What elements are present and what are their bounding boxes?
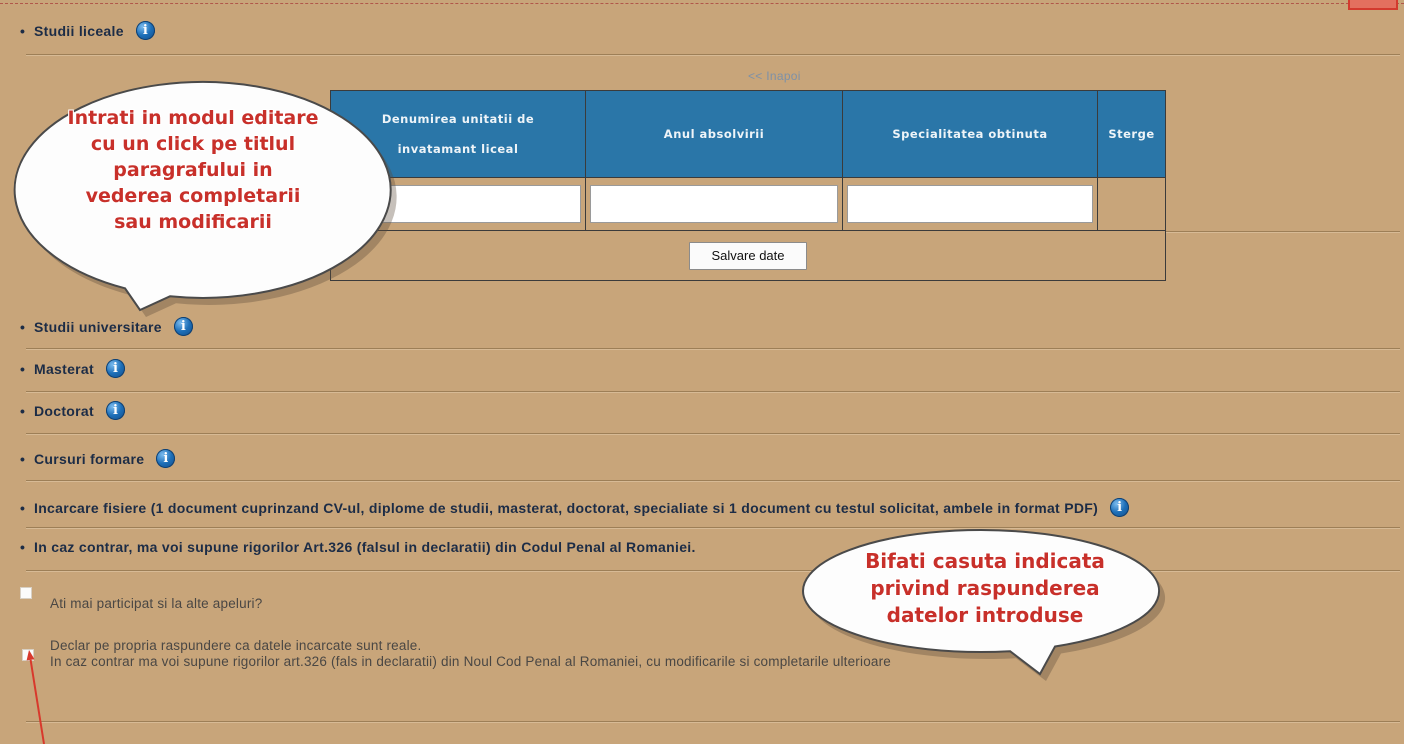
info-icon[interactable]	[105, 401, 125, 420]
section-heading-declaratie[interactable]: In caz contrar, ma voi supune rigorilor …	[20, 537, 696, 557]
cell-specialitatea	[842, 177, 1098, 231]
section-heading-incarcare-fisiere[interactable]: Incarcare fisiere (1 document cuprinzand…	[20, 498, 1130, 518]
callout-line: privind raspunderea	[870, 576, 1100, 600]
callout-text-checkbox: Bifati casuta indicata privind raspunder…	[805, 548, 1165, 629]
callout-line: Bifati casuta indicata	[865, 549, 1105, 573]
bullet	[20, 449, 34, 469]
section-title[interactable]: Cursuri formare	[34, 451, 144, 467]
bullet	[20, 401, 34, 421]
bullet	[20, 537, 34, 557]
section-heading-cursuri-formare[interactable]: Cursuri formare	[20, 449, 176, 469]
checkbox-label: Ati mai participat si la alte apeluri?	[50, 596, 263, 611]
table-row	[330, 177, 1166, 231]
delete-cell	[1097, 177, 1166, 231]
callout-text-edit: Intrati in modul editare cu un click pe …	[5, 105, 381, 235]
section-title[interactable]: Doctorat	[34, 403, 94, 419]
checkbox-label: Declar pe propria raspundere ca datele i…	[50, 638, 422, 653]
table-header-row: Denumirea unitatii de invatamant liceal …	[330, 90, 1166, 178]
header-sterge: Sterge	[1097, 90, 1166, 178]
callout-line: paragrafului in	[113, 159, 273, 181]
section-rule	[26, 721, 1400, 723]
top-cut-border	[0, 3, 1404, 4]
header-specialitatea: Specialitatea obtinuta	[842, 90, 1098, 178]
checkbox-label: In caz contrar ma voi supune rigorilor a…	[50, 654, 892, 669]
table-actions-row: Salvare date	[330, 230, 1166, 281]
section-rule	[26, 480, 1400, 482]
section-rule	[26, 391, 1400, 393]
section-title[interactable]: In caz contrar, ma voi supune rigorilor …	[34, 539, 696, 555]
specialitatea-input[interactable]	[847, 185, 1093, 223]
section-rule	[26, 54, 1400, 56]
section-heading-doctorat[interactable]: Doctorat	[20, 401, 125, 421]
save-button[interactable]: Salvare date	[689, 241, 807, 270]
back-link[interactable]: << Inapoi	[748, 69, 801, 83]
section-title[interactable]: Studii liceale	[34, 23, 124, 39]
info-icon[interactable]	[156, 449, 176, 468]
anul-absolvirii-input[interactable]	[590, 185, 838, 223]
callout-line: cu un click pe titlul	[90, 133, 296, 155]
section-rule	[26, 433, 1400, 435]
bullet	[20, 359, 34, 379]
actions-cell: Salvare date	[330, 230, 1166, 281]
other-calls-checkbox[interactable]	[20, 587, 32, 599]
bullet	[20, 21, 34, 41]
info-icon[interactable]	[135, 21, 155, 40]
section-rule	[26, 348, 1400, 350]
section-rule	[26, 527, 1400, 529]
red-arrow-icon	[26, 650, 45, 744]
header-anul-absolvirii: Anul absolvirii	[585, 90, 843, 178]
info-icon[interactable]	[105, 359, 125, 378]
callout-line: Intrati in modul editare	[67, 107, 319, 129]
section-title[interactable]: Incarcare fisiere (1 document cuprinzand…	[34, 500, 1098, 516]
section-heading-masterat[interactable]: Masterat	[20, 359, 125, 379]
callout-line: vederea completarii	[85, 185, 301, 207]
callout-line: datelor introduse	[886, 603, 1084, 627]
section-rule	[1166, 231, 1400, 233]
bullet	[20, 498, 34, 518]
liceale-table: Denumirea unitatii de invatamant liceal …	[330, 90, 1166, 281]
section-title[interactable]: Masterat	[34, 361, 94, 377]
cell-anul	[585, 177, 843, 231]
callout-line: sau modificarii	[114, 211, 272, 233]
section-rule	[26, 570, 1400, 572]
info-icon[interactable]	[1110, 498, 1130, 517]
top-marker	[1348, 0, 1398, 10]
section-heading-studii-liceale[interactable]: Studii liceale	[20, 21, 155, 41]
